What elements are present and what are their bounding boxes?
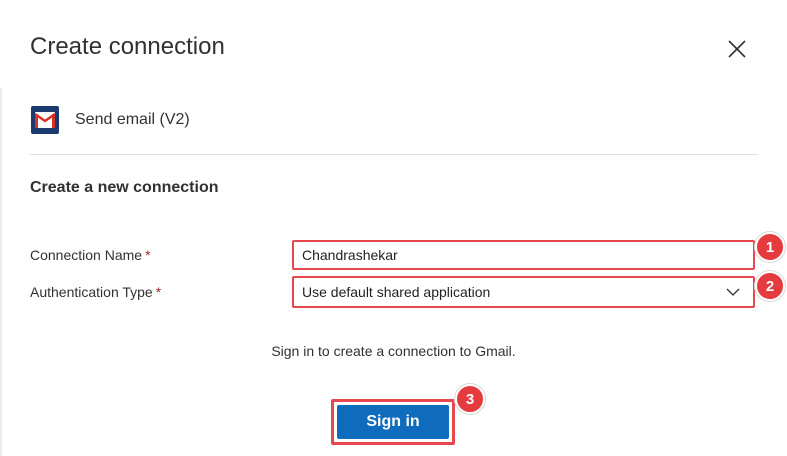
gmail-icon: [31, 106, 59, 134]
connection-name-label: Connection Name *: [30, 247, 151, 263]
close-icon[interactable]: [726, 38, 748, 60]
annotation-badge-2: 2: [755, 271, 785, 301]
panel-left-border: [0, 88, 2, 456]
connection-name-input[interactable]: Chandrashekar: [292, 240, 755, 270]
sign-in-info: Sign in to create a connection to Gmail.: [0, 343, 787, 359]
required-marker: *: [155, 284, 162, 300]
connection-name-value: Chandrashekar: [302, 247, 398, 263]
divider: [30, 154, 758, 155]
auth-type-label-text: Authentication Type: [30, 284, 153, 300]
auth-type-dropdown[interactable]: Use default shared application: [292, 276, 755, 308]
annotation-badge-1: 1: [755, 232, 785, 262]
action-label: Send email (V2): [75, 111, 190, 128]
sign-in-highlight: Sign in: [331, 399, 455, 445]
sign-in-button[interactable]: Sign in: [337, 405, 449, 439]
auth-type-label: Authentication Type *: [30, 284, 161, 300]
required-marker: *: [145, 247, 151, 263]
action-header: Send email (V2): [31, 105, 190, 135]
dialog-title: Create connection: [30, 33, 225, 60]
create-connection-dialog: Create connection Send email (V2) Create…: [0, 0, 787, 456]
sign-in-info-text: Sign in to create a connection to Gmail.: [271, 343, 516, 359]
section-title: Create a new connection: [30, 179, 219, 196]
connection-name-label-text: Connection Name: [30, 247, 143, 263]
annotation-badge-3: 3: [455, 384, 485, 414]
auth-type-value: Use default shared application: [302, 284, 491, 300]
chevron-down-icon: [725, 284, 741, 300]
